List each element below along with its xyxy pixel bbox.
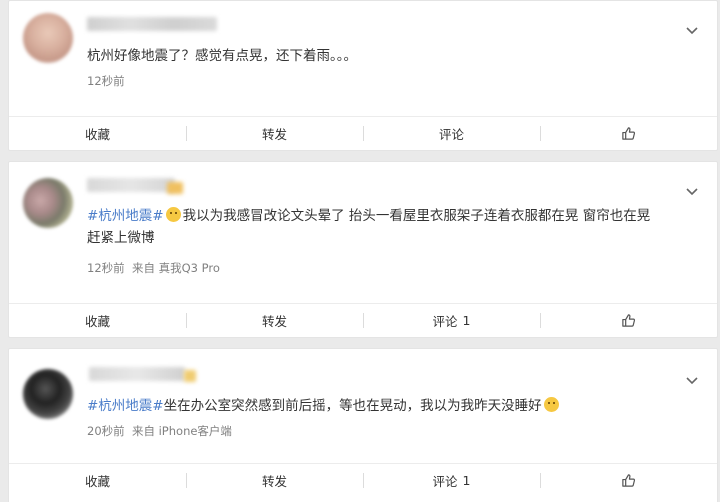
- topic-link[interactable]: #杭州地震#: [87, 208, 164, 224]
- comment-count: 1: [462, 313, 471, 328]
- favorite-button[interactable]: 收藏: [9, 117, 186, 150]
- thumbs-up-icon: [622, 314, 636, 327]
- post-body: 我以为我感冒改论文头晕了 抬头一看屋里衣服架子连着衣服都在晃 窗帘也在晃: [182, 208, 651, 224]
- post-body: 坐在办公室突然感到前后摇，等也在晃动，我以为我昨天没睡好: [163, 398, 542, 414]
- post-time[interactable]: 12秒前: [87, 74, 125, 88]
- smile-emoji-icon: [165, 207, 181, 222]
- post-time[interactable]: 12秒前: [87, 261, 125, 275]
- repost-label: 转发: [261, 474, 287, 489]
- post-card: #杭州地震# 我以为我感冒改论文头晕了 抬头一看屋里衣服架子连着衣服都在晃 窗帘也…: [8, 161, 718, 338]
- like-button[interactable]: [540, 117, 717, 150]
- like-button[interactable]: [540, 304, 717, 337]
- chevron-down-icon[interactable]: [685, 23, 699, 37]
- post-card: 杭州好像地震了？感觉有点晃，还下着雨。。。 12秒前 收藏 转发 评论: [8, 0, 718, 151]
- like-button[interactable]: [540, 464, 717, 497]
- favorite-button[interactable]: 收藏: [9, 464, 186, 497]
- comment-label: 评论: [432, 474, 458, 489]
- comment-button[interactable]: 评论 1: [363, 464, 540, 497]
- repost-label: 转发: [261, 314, 287, 329]
- favorite-label: 收藏: [84, 127, 110, 142]
- source-prefix: 来自: [131, 261, 155, 275]
- chevron-down-icon[interactable]: [685, 373, 699, 387]
- post-body-line2: 赶紧上微博: [87, 230, 155, 246]
- verified-badge-blurred: [184, 370, 196, 382]
- comment-label: 评论: [438, 127, 464, 142]
- post-body: 杭州好像地震了？感觉有点晃，还下着雨。。。: [87, 48, 357, 64]
- action-bar: 收藏 转发 评论 1: [9, 463, 717, 497]
- post-text: 杭州好像地震了？感觉有点晃，还下着雨。。。: [87, 45, 693, 67]
- sweat-smile-emoji-icon: [543, 397, 559, 412]
- username-blurred[interactable]: [89, 367, 185, 381]
- post-card: #杭州地震#坐在办公室突然感到前后摇，等也在晃动，我以为我昨天没睡好 20秒前 …: [8, 348, 718, 502]
- comment-label: 评论: [432, 314, 458, 329]
- chevron-down-icon[interactable]: [685, 184, 699, 198]
- favorite-button[interactable]: 收藏: [9, 304, 186, 337]
- repost-label: 转发: [261, 127, 287, 142]
- repost-button[interactable]: 转发: [186, 117, 363, 150]
- action-bar: 收藏 转发 评论 1: [9, 303, 717, 337]
- source-link[interactable]: iPhone客户端: [159, 424, 232, 438]
- comment-button[interactable]: 评论 1: [363, 304, 540, 337]
- post-meta: 12秒前: [87, 73, 125, 89]
- topic-link[interactable]: #杭州地震#: [87, 398, 164, 414]
- post-meta: 20秒前 来自 iPhone客户端: [87, 423, 232, 439]
- comment-count: 1: [462, 473, 471, 488]
- post-meta: 12秒前 来自 真我Q3 Pro: [87, 260, 220, 276]
- repost-button[interactable]: 转发: [186, 464, 363, 497]
- thumbs-up-icon: [622, 474, 636, 487]
- post-text: #杭州地震#坐在办公室突然感到前后摇，等也在晃动，我以为我昨天没睡好: [87, 395, 693, 417]
- comment-button[interactable]: 评论: [363, 117, 540, 150]
- verified-badge-blurred: [167, 182, 183, 194]
- source-link[interactable]: 真我Q3 Pro: [159, 261, 220, 275]
- post-text: #杭州地震# 我以为我感冒改论文头晕了 抬头一看屋里衣服架子连着衣服都在晃 窗帘也…: [87, 205, 693, 249]
- favorite-label: 收藏: [84, 314, 110, 329]
- username-blurred[interactable]: [87, 17, 217, 31]
- action-bar: 收藏 转发 评论: [9, 116, 717, 150]
- username-blurred[interactable]: [87, 178, 175, 192]
- thumbs-up-icon: [622, 127, 636, 140]
- source-prefix: 来自: [131, 424, 155, 438]
- favorite-label: 收藏: [84, 474, 110, 489]
- avatar[interactable]: [23, 178, 73, 228]
- avatar[interactable]: [23, 369, 73, 419]
- post-time[interactable]: 20秒前: [87, 424, 125, 438]
- avatar[interactable]: [23, 13, 73, 63]
- repost-button[interactable]: 转发: [186, 304, 363, 337]
